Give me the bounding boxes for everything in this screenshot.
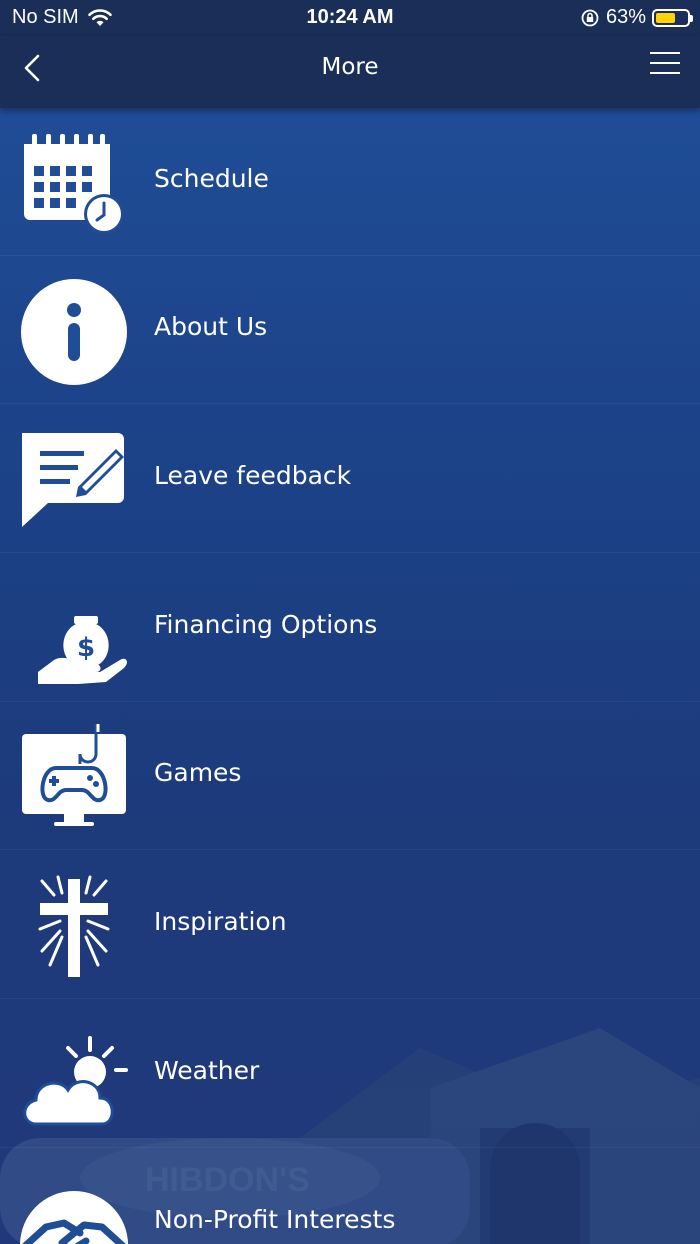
menu-item-leave-feedback[interactable]: Leave feedback [0,405,700,553]
svg-text:$: $ [77,633,95,663]
feedback-icon [22,433,124,527]
menu-item-label: Schedule [154,164,269,193]
hamburger-line [650,72,680,74]
cross-icon [38,875,110,977]
menu-item-non-profit-interests[interactable]: Non-Profit Interests [0,1149,700,1244]
menu-item-weather[interactable]: Weather [0,1000,700,1148]
menu-list: HIBDON'S Schedule About Us Leave feedbac… [0,108,700,1244]
menu-item-games[interactable]: Games [0,702,700,850]
handshake-icon [20,1191,128,1244]
weather-icon [23,1036,128,1126]
hamburger-line [650,62,680,64]
battery-fill [656,12,675,23]
hamburger-line [650,52,680,54]
battery-icon [652,8,693,27]
battery-percent: 63% [605,6,646,28]
status-bar: No SIM 10:24 AM 63% [0,0,700,36]
orientation-lock-icon [581,9,599,26]
menu-item-label: About Us [154,312,268,341]
menu-item-label: Non-Profit Interests [154,1205,396,1234]
menu-item-label: Weather [154,1056,260,1085]
money-bag-hand-icon: $ [38,616,127,684]
menu-item-label: Leave feedback [154,461,352,490]
game-controller-monitor-icon [22,724,126,826]
nav-bar: More [0,36,700,108]
menu-item-label: Games [154,758,242,787]
menu-item-inspiration[interactable]: Inspiration [0,851,700,999]
page-title: More [321,54,379,80]
calendar-clock-icon [24,134,124,234]
status-right: 63% [580,6,693,29]
menu-item-financing-options[interactable]: $ Financing Options [0,554,700,702]
info-icon [21,279,127,385]
menu-item-schedule[interactable]: Schedule [0,108,700,256]
menu-item-about-us[interactable]: About Us [0,256,700,404]
menu-item-label: Inspiration [154,907,287,936]
hamburger-menu-button[interactable] [650,52,680,76]
menu-item-label: Financing Options [154,610,378,639]
